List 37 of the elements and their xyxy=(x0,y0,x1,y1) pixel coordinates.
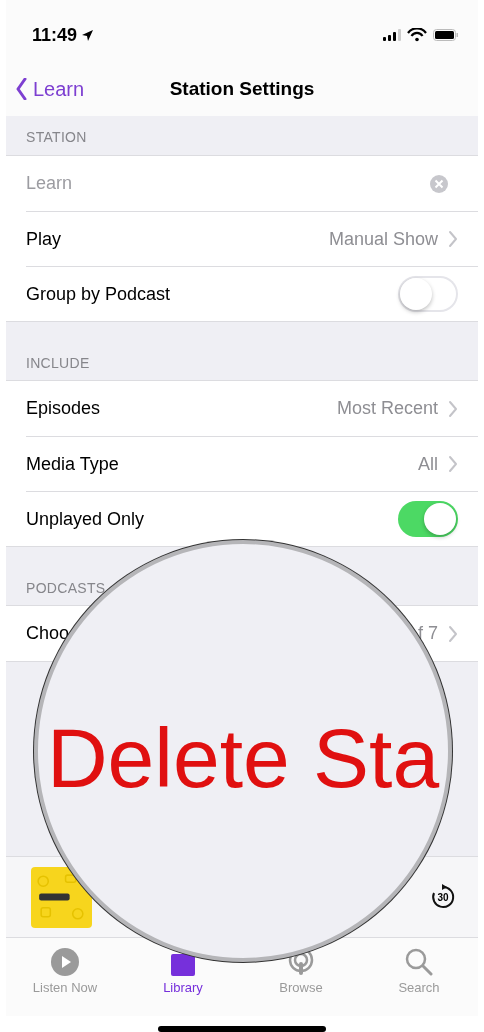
toggle-switch[interactable] xyxy=(398,501,458,537)
skip-forward-button[interactable]: 30 xyxy=(430,884,456,910)
search-icon xyxy=(405,948,433,976)
row-value: Manual Show xyxy=(328,228,438,250)
back-button[interactable]: Learn xyxy=(6,77,85,101)
settings-row[interactable]: Episodes Most Recent xyxy=(6,381,478,436)
row-label: Episodes xyxy=(26,398,101,419)
chevron-icon xyxy=(448,455,458,473)
row-label: Play xyxy=(26,228,61,250)
row-label: Media Type xyxy=(26,453,119,475)
name-field[interactable]: Learn xyxy=(26,173,430,194)
chevron-icon xyxy=(448,230,458,248)
row-value: f 7 xyxy=(418,623,438,644)
row-label: Choo xyxy=(26,623,70,644)
row-label: Unplayed Only xyxy=(26,508,145,530)
chevron-icon xyxy=(448,624,458,643)
status-time: 11:49 xyxy=(32,24,78,46)
back-chevron-icon xyxy=(16,78,27,100)
toggle-switch[interactable] xyxy=(398,276,458,312)
signal-icon xyxy=(383,29,401,41)
section-header: INCLUDE xyxy=(26,355,90,371)
play-icon xyxy=(51,948,79,976)
row-value: All xyxy=(418,453,438,475)
wifi-icon xyxy=(407,28,427,42)
row-label: Group by Podcast xyxy=(26,283,171,305)
location-arrow-icon xyxy=(81,28,95,42)
settings-row[interactable]: Play Manual Show xyxy=(26,211,478,266)
row-value: Most Recent xyxy=(336,398,438,419)
delete-station-text: Delete Sta xyxy=(46,709,440,807)
nav-title: Station Settings xyxy=(169,78,315,100)
section-header: STATION xyxy=(26,129,87,145)
section-header: PODCASTS xyxy=(26,580,106,596)
circular-arrow-icon xyxy=(430,884,456,910)
battery-icon xyxy=(433,29,458,41)
settings-row[interactable]: Media Type All xyxy=(26,436,478,491)
clear-icon[interactable] xyxy=(430,174,448,193)
chevron-icon xyxy=(448,399,458,418)
